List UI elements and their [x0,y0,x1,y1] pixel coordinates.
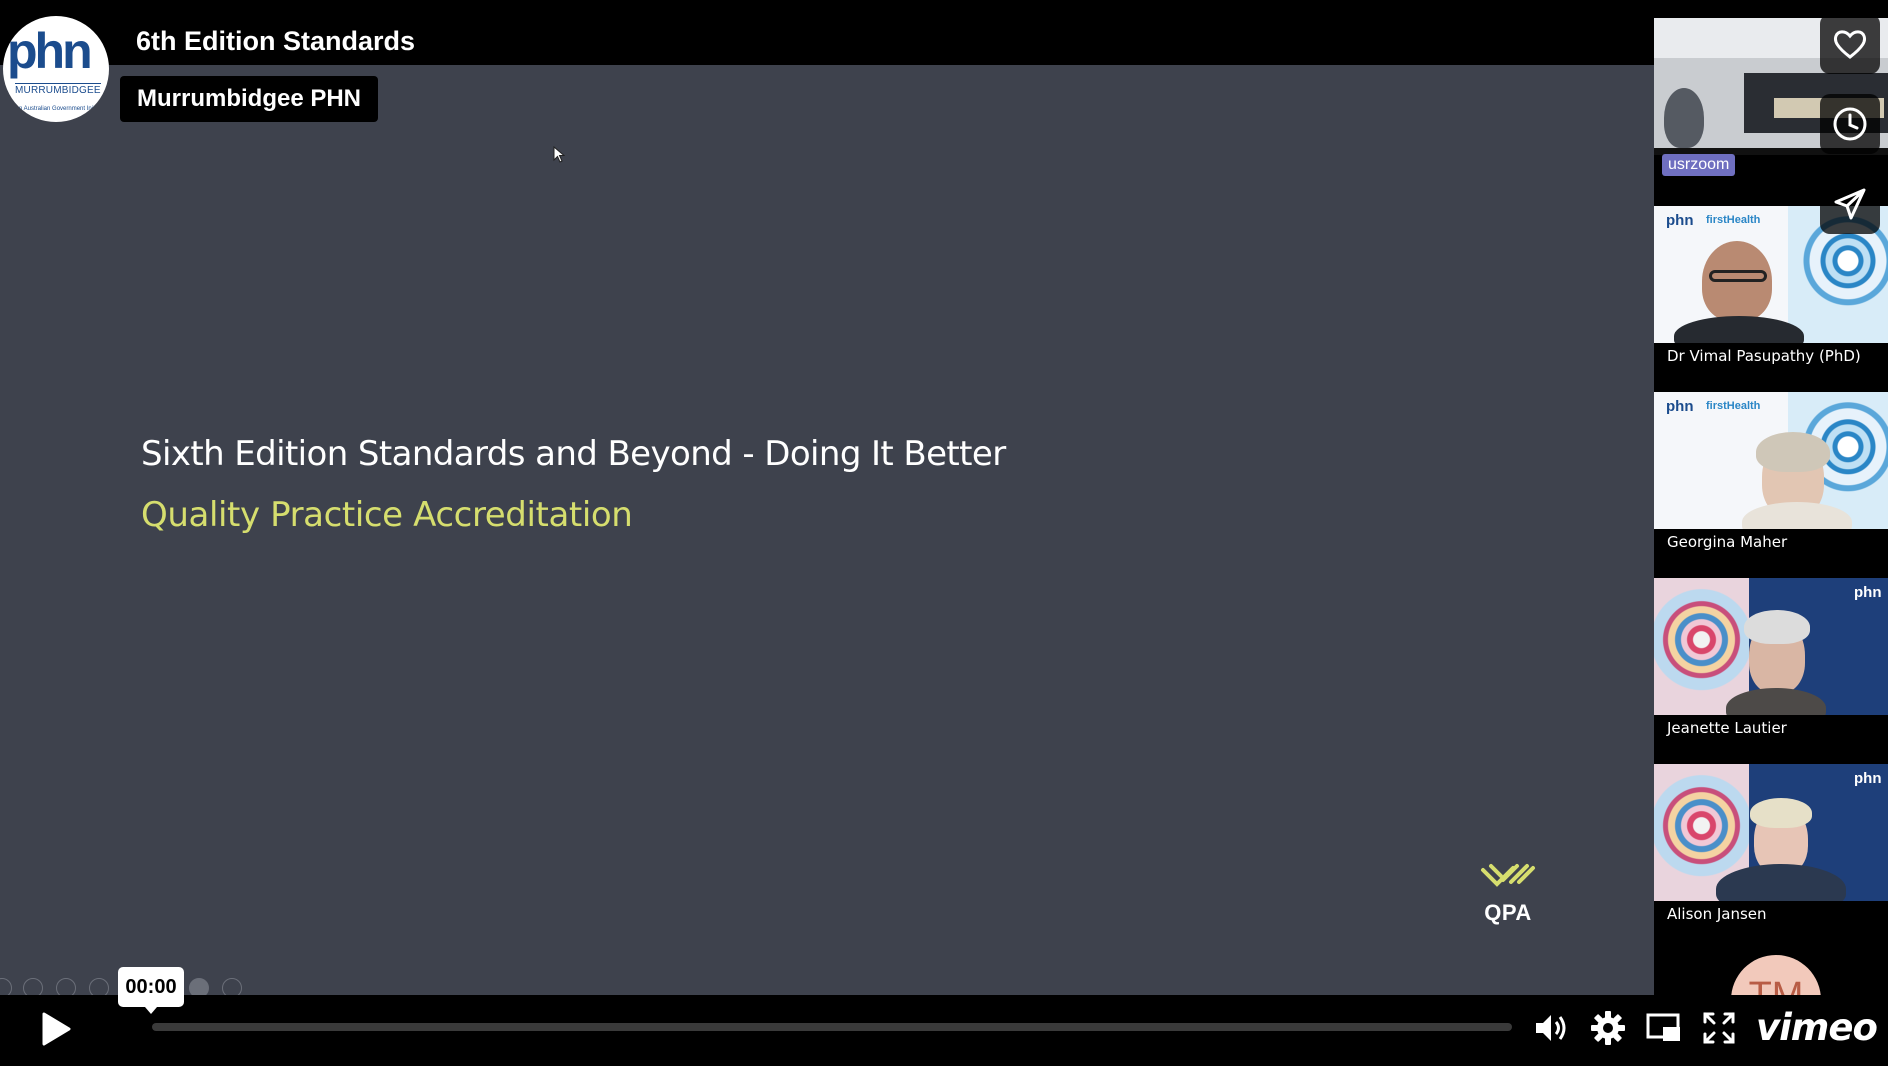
heart-icon [1833,30,1867,59]
video-title[interactable]: 6th Edition Standards [118,18,434,64]
like-button[interactable] [1820,14,1880,74]
slide-subtitle: Quality Practice Accreditation [141,495,633,535]
logo-subtext: MURRUMBIDGEE [15,83,101,96]
participant-name: Jeanette Lautier [1667,719,1787,737]
pip-button[interactable] [1642,1006,1686,1050]
participant-tile: phn [1654,578,1888,715]
participant-name: Dr Vimal Pasupathy (PhD) [1667,347,1861,365]
logo-wordmark: phn [7,23,93,79]
mouse-cursor-icon [553,145,566,169]
settings-button[interactable] [1586,1006,1630,1050]
current-time: 00:00 [118,967,184,1014]
participant-name-badge: usrzoom [1662,154,1736,176]
participant-name: Alison Jansen [1667,905,1767,923]
logo-fine-print: An Australian Government Initiative [15,106,109,112]
slide-title: Sixth Edition Standards and Beyond - Doi… [141,434,1006,474]
volume-icon [1536,1015,1566,1041]
video-player[interactable]: Sixth Edition Standards and Beyond - Doi… [0,0,1888,1066]
qpa-logo: QPA [1477,860,1539,930]
qpa-logo-text: QPA [1484,900,1532,925]
progress-bar[interactable] [152,1023,1512,1031]
fullscreen-button[interactable] [1697,1006,1741,1050]
share-button[interactable] [1820,174,1880,234]
participant-name: Georgina Maher [1667,533,1788,551]
play-icon [42,1012,71,1046]
participant-label: Georgina Maher [1654,529,1888,575]
participant-label: Dr Vimal Pasupathy (PhD) [1654,343,1888,389]
participant-label: Alison Jansen [1654,901,1888,947]
paper-plane-icon [1834,188,1866,220]
pip-icon [1646,1013,1680,1041]
participant-tile: phn [1654,764,1888,901]
watch-later-button[interactable] [1820,94,1880,154]
presentation-slide: Sixth Edition Standards and Beyond - Doi… [0,65,1654,995]
video-byline[interactable]: Murrumbidgee PHN [120,76,379,122]
channel-logo[interactable]: phn MURRUMBIDGEE An Australian Governmen… [3,16,109,122]
volume-button[interactable] [1530,1006,1574,1050]
participant-label: Jeanette Lautier [1654,715,1888,761]
settings-icon [1591,1011,1625,1045]
fullscreen-icon [1703,1012,1735,1044]
participant-tile: phn firstHealth [1654,392,1888,529]
vimeo-logo[interactable]: vimeo [1756,1006,1878,1049]
play-button[interactable] [28,1006,84,1052]
clock-icon [1833,107,1867,141]
